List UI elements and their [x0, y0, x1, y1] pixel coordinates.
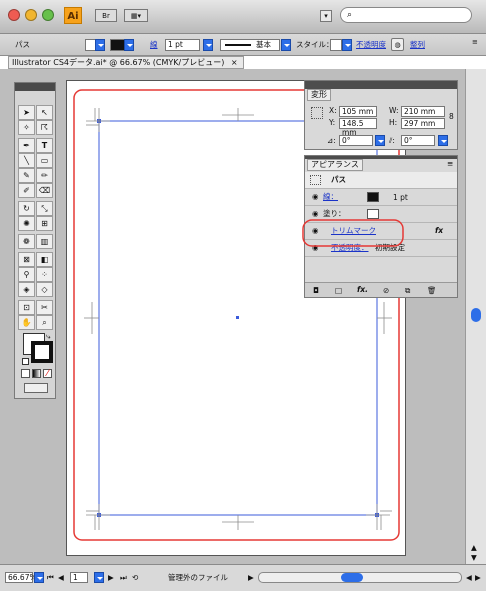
version-cue-icon[interactable]: ⟲	[132, 573, 138, 583]
zoom-dropdown[interactable]	[34, 572, 44, 583]
page-field[interactable]: 1	[70, 572, 88, 583]
horizontal-scrollbar[interactable]	[258, 572, 462, 583]
status-menu-icon[interactable]: ▶	[248, 573, 254, 583]
next-page-icon[interactable]: ▶	[108, 573, 114, 583]
scroll-right-arrow-icon[interactable]: ▶	[475, 573, 481, 583]
status-bar: 66.67% ⏮ ◀ 1 ▶ ⏭ ⟲ 管理外のファイル ▶ ◀ ▶	[0, 564, 486, 591]
prev-page-icon[interactable]: ◀	[58, 573, 64, 583]
page-dropdown[interactable]	[94, 572, 104, 583]
status-text: 管理外のファイル	[168, 573, 228, 582]
scroll-up-arrow-icon[interactable]: ▲	[471, 543, 477, 553]
first-page-icon[interactable]: ⏮	[47, 573, 54, 583]
highlight-trim-mark-row	[302, 219, 404, 247]
scroll-left-arrow-icon[interactable]: ◀	[466, 573, 472, 583]
last-page-icon[interactable]: ⏭	[120, 573, 127, 583]
highlight-layer	[302, 219, 404, 247]
vertical-scroll-thumb[interactable]	[471, 308, 481, 322]
horizontal-scroll-thumb[interactable]	[341, 573, 363, 582]
zoom-field[interactable]: 66.67%	[5, 572, 37, 583]
vertical-scrollbar[interactable]: ▲ ▼	[465, 69, 486, 564]
scroll-down-arrow-icon[interactable]: ▼	[471, 553, 477, 563]
